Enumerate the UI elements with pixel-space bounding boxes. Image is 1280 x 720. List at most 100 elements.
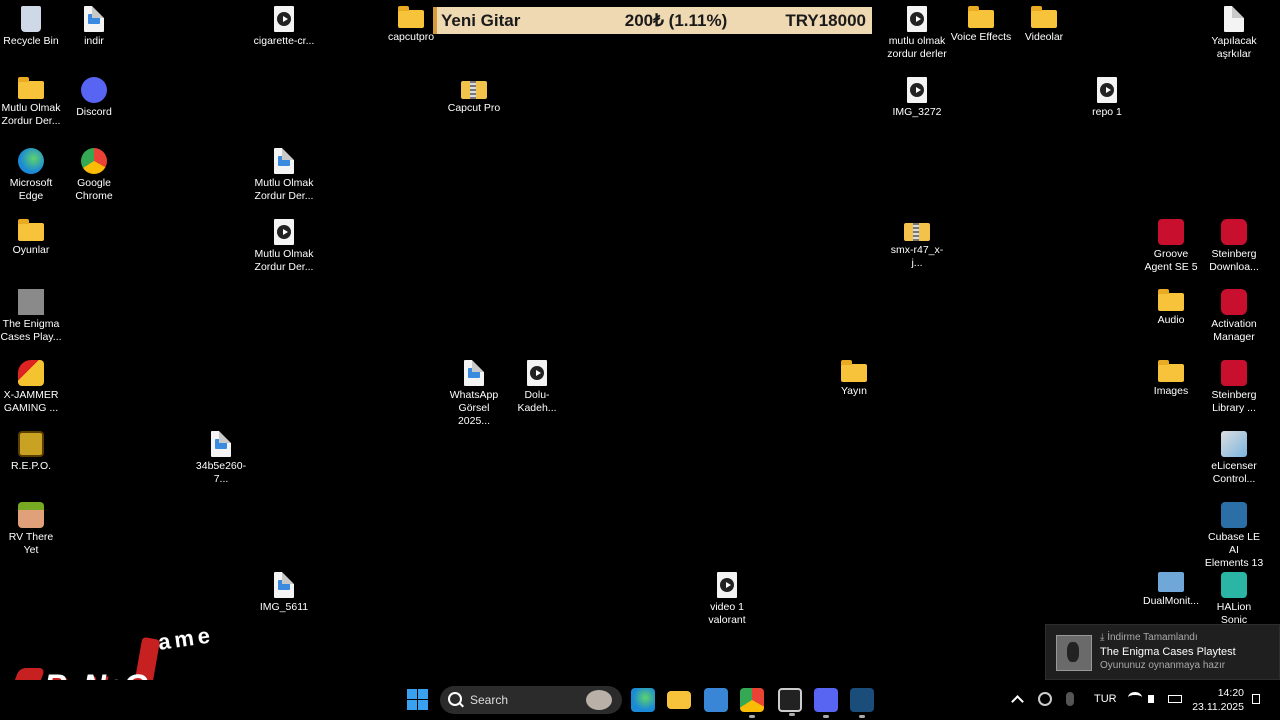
download-notification[interactable]: ⤓ İndirme Tamamlandı The Enigma Cases Pl… (1045, 624, 1280, 680)
desktop-icon-yapilacak[interactable]: Yapılacak aşrkılar (1203, 0, 1265, 61)
halion-sonic-icon (1221, 572, 1247, 598)
groove-agent-icon (1158, 219, 1184, 245)
desktop-icon-indir[interactable]: indir (63, 0, 125, 48)
notification-title: The Enigma Cases Playtest (1100, 646, 1236, 658)
taskbar-discord-icon[interactable] (814, 688, 838, 718)
desktop-icon-steinberg-library[interactable]: Steinberg Library ... (1203, 354, 1265, 415)
desktop-icon-cubase[interactable]: Cubase LE AI Elements 13 (1203, 496, 1265, 570)
running-indicator (749, 715, 755, 718)
desktop-icon-img-3272[interactable]: IMG_3272 (886, 71, 948, 119)
desktop-icon-activation[interactable]: Activation Manager (1203, 283, 1265, 344)
game-thumbnail-icon (1056, 635, 1092, 671)
video-file-icon (907, 6, 927, 32)
desktop-icon-voice-effects[interactable]: Voice Effects (950, 0, 1012, 44)
taskbar-edge-icon[interactable] (631, 688, 655, 712)
image-file-icon (84, 6, 104, 32)
desktop-icon-mutlu-vid[interactable]: Mutlu Olmak Zordur Der... (253, 213, 315, 274)
desktop-icon-yayin[interactable]: Yayın (823, 354, 885, 398)
desktop-icon-images[interactable]: Images (1140, 354, 1202, 398)
desktop-icon-mutlu-folder[interactable]: Mutlu Olmak Zordur Der... (0, 71, 62, 128)
taskbar: Search TUR 14:20 23.11.2025 (0, 680, 1280, 720)
zip-folder-icon (904, 223, 930, 241)
desktop-icon-smx[interactable]: smx-r47_x-j... (886, 213, 948, 270)
desktop-icon-enigma[interactable]: The Enigma Cases Play... (0, 283, 62, 344)
desktop-icon-groove[interactable]: Groove Agent SE 5 (1140, 213, 1202, 274)
sync-icon[interactable] (1038, 692, 1052, 706)
desktop-icon-elicenser[interactable]: eLicenser Control... (1203, 425, 1265, 486)
chrome-icon (81, 148, 107, 174)
taskbar-search-box[interactable]: Search (440, 686, 622, 714)
desktop-icon-label: Mutlu Olmak Zordur Der... (254, 248, 314, 273)
desktop-icon-mutlu-olmak-video[interactable]: mutlu olmak zordur derler (886, 0, 948, 61)
desktop-icon-dualmonitor[interactable]: DualMonit... (1140, 566, 1202, 608)
desktop-icon-label: video 1 valorant (708, 601, 746, 626)
folder-icon (398, 6, 424, 28)
desktop-icon-34b5[interactable]: 34b5e260-7... (190, 425, 252, 486)
desktop-icon-capcut-pro-zip[interactable]: Capcut Pro (443, 71, 505, 115)
taskbar-settings-icon[interactable] (778, 688, 802, 716)
text-file-icon (1224, 6, 1244, 32)
desktop-icon-label: eLicenser Control... (1211, 460, 1257, 485)
image-file-icon (464, 360, 484, 386)
desktop-icon-dolu[interactable]: Dolu-Kadeh... (506, 354, 568, 415)
language-indicator[interactable]: TUR (1094, 693, 1117, 705)
desktop-icon-rv[interactable]: RV There Yet (0, 496, 62, 557)
desktop-icon-cigarette[interactable]: cigarette-cr... (253, 0, 315, 48)
desktop-icon-discord[interactable]: Discord (63, 71, 125, 119)
folder-icon (1031, 6, 1057, 28)
video-file-icon (274, 6, 294, 32)
taskbar-steam-icon[interactable] (850, 688, 874, 718)
desktop-icon-recycle-bin[interactable]: Recycle Bin (0, 0, 62, 48)
notification-subtitle: Oyununuz oynanmaya hazır (1100, 660, 1226, 671)
folder-icon (1158, 289, 1184, 311)
activation-manager-icon (1221, 289, 1247, 315)
desktop-icon-steinberg-download[interactable]: Steinberg Downloa... (1203, 213, 1265, 274)
notification-bell-icon[interactable] (1252, 694, 1260, 704)
volume-icon[interactable] (1148, 695, 1154, 703)
desktop-icon-chrome[interactable]: Google Chrome (63, 142, 125, 203)
taskbar-store-icon[interactable] (704, 688, 728, 712)
desktop-icon-videolar[interactable]: Videolar (1013, 0, 1075, 44)
logo-text-ame: ame (156, 622, 216, 655)
running-indicator (789, 713, 795, 716)
desktop-icon-label: Mutlu Olmak Zordur Der... (1, 102, 61, 127)
steinberg-library-icon (1221, 360, 1247, 386)
desktop-icon-repo-game[interactable]: R.E.P.O. (0, 425, 62, 473)
desktop-icon-video1[interactable]: video 1 valorant (696, 566, 758, 627)
battery-icon[interactable] (1168, 695, 1182, 703)
desktop-icon-label: Steinberg Library ... (1211, 389, 1257, 414)
search-label: Search (470, 693, 509, 707)
desktop-icon-halion[interactable]: HALion Sonic (1203, 566, 1265, 627)
zip-folder-icon (461, 81, 487, 99)
desktop-icon-label: Cubase LE AI Elements 13 (1204, 531, 1264, 569)
start-button[interactable] (406, 688, 430, 712)
taskbar-file-explorer-icon[interactable] (667, 691, 691, 709)
desktop-icon-label: R.E.P.O. (10, 460, 52, 472)
xjammer-icon (18, 360, 44, 386)
chevron-up-icon[interactable] (1011, 695, 1024, 708)
desktop-icon-label: indir (84, 35, 104, 47)
wifi-icon[interactable] (1128, 692, 1142, 703)
microphone-icon[interactable] (1066, 692, 1074, 706)
edge-icon (18, 148, 44, 174)
running-indicator (859, 715, 865, 718)
system-clock[interactable]: 14:20 23.11.2025 (1192, 686, 1244, 714)
video-file-icon (717, 572, 737, 598)
windows-logo-part (407, 689, 417, 699)
clock-date: 23.11.2025 (1192, 701, 1244, 713)
desktop-icon-audio[interactable]: Audio (1140, 283, 1202, 327)
desktop-icon-edge[interactable]: Microsoft Edge (0, 142, 62, 203)
price-ticker: Yeni Gitar 200₺ (1.11%) TRY18000 (433, 7, 872, 34)
desktop-icon-repo-1[interactable]: repo 1 (1076, 71, 1138, 119)
desktop-icon-mutlu-img[interactable]: Mutlu Olmak Zordur Der... (253, 142, 315, 203)
video-file-icon (274, 219, 294, 245)
desktop-icon-xjammer[interactable]: X-JAMMER GAMING ... (0, 354, 62, 415)
taskbar-chrome-icon[interactable] (740, 688, 764, 718)
video-file-icon (527, 360, 547, 386)
desktop-icon-label: Activation Manager (1211, 318, 1257, 343)
desktop-icon-oyunlar[interactable]: Oyunlar (0, 213, 62, 257)
desktop-icon-img-5611[interactable]: IMG_5611 (253, 566, 315, 614)
video-file-icon (1097, 77, 1117, 103)
desktop-icon-whatsapp[interactable]: WhatsApp Görsel 2025... (443, 354, 505, 428)
desktop-icon-label: Recycle Bin (3, 35, 59, 47)
